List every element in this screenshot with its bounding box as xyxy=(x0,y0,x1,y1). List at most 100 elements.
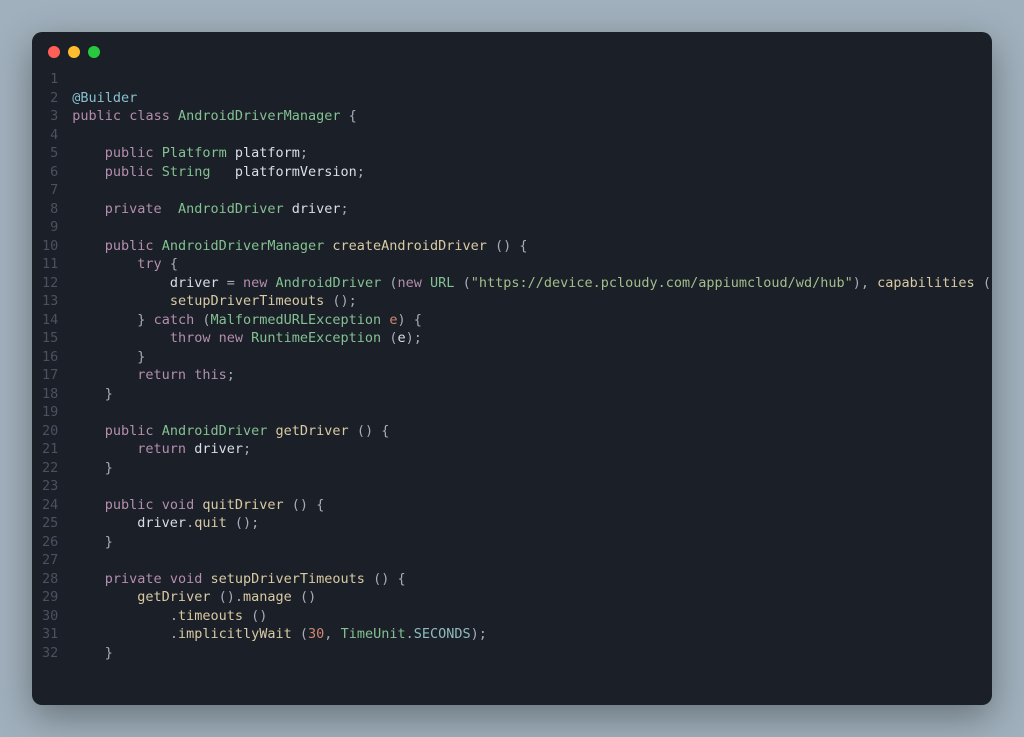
semi: ; xyxy=(414,330,422,346)
brace: { xyxy=(170,256,178,272)
call-manage: manage xyxy=(243,589,292,605)
paren: ) xyxy=(853,275,861,291)
call-quit: quit xyxy=(194,515,227,531)
kw-new: new xyxy=(219,330,243,346)
kw-new: new xyxy=(243,275,267,291)
eq: = xyxy=(227,275,235,291)
brace: } xyxy=(105,645,113,661)
paren: ( xyxy=(463,275,471,291)
kw-void: void xyxy=(170,571,203,587)
method-setup: setupDriverTimeouts xyxy=(210,571,364,587)
brace: { xyxy=(316,497,324,513)
kw-catch: catch xyxy=(154,312,195,328)
paren: ( xyxy=(202,312,210,328)
kw-public: public xyxy=(105,145,154,161)
semi: ; xyxy=(300,145,308,161)
field-platformversion: platformVersion xyxy=(235,164,357,180)
url-string-literal: "https://device.pcloudy.com/appiumcloud/… xyxy=(471,275,853,291)
paren: ) xyxy=(259,608,267,624)
class-name: AndroidDriverManager xyxy=(178,108,341,124)
var-driver: driver xyxy=(137,515,186,531)
number-30: 30 xyxy=(308,626,324,642)
paren: ) xyxy=(243,515,251,531)
paren: ( xyxy=(983,275,991,291)
call-setup: setupDriverTimeouts xyxy=(170,293,324,309)
window-zoom-icon[interactable] xyxy=(88,46,100,58)
kw-public: public xyxy=(105,238,154,254)
paren: ( xyxy=(292,497,300,513)
return-type: AndroidDriver xyxy=(162,423,268,439)
var-driver: driver xyxy=(170,275,219,291)
type-runtime: RuntimeException xyxy=(251,330,381,346)
paren: ( xyxy=(389,275,397,291)
window-titlebar xyxy=(32,32,992,66)
kw-void: void xyxy=(162,497,195,513)
semi: ; xyxy=(357,164,365,180)
kw-public: public xyxy=(105,423,154,439)
paren: ( xyxy=(357,423,365,439)
paren: ) xyxy=(991,275,992,291)
method-quitdriver: quitDriver xyxy=(202,497,283,513)
field-driver: driver xyxy=(292,201,341,217)
comma: , xyxy=(861,275,869,291)
kw-public: public xyxy=(105,164,154,180)
kw-return: return xyxy=(137,441,186,457)
paren: ) xyxy=(308,589,316,605)
method-getdriver: getDriver xyxy=(276,423,349,439)
kw-try: try xyxy=(137,256,161,272)
kw-public: public xyxy=(105,497,154,513)
comma: , xyxy=(324,626,332,642)
dot: . xyxy=(170,626,178,642)
type-url: URL xyxy=(430,275,454,291)
paren: ( xyxy=(300,626,308,642)
type-string: String xyxy=(162,164,211,180)
code-window: 1 2 3 4 5 6 7 8 9 10 11 12 13 14 15 16 1… xyxy=(32,32,992,705)
kw-new: new xyxy=(398,275,422,291)
paren: ( xyxy=(373,571,381,587)
kw-private: private xyxy=(105,201,162,217)
return-type: AndroidDriverManager xyxy=(162,238,325,254)
field-platform: platform xyxy=(235,145,300,161)
dot: . xyxy=(170,608,178,624)
const-seconds: SECONDS xyxy=(414,626,471,642)
paren: ) xyxy=(471,626,479,642)
var-driver: driver xyxy=(194,441,243,457)
brace: } xyxy=(105,534,113,550)
code-content: @Builder public class AndroidDriverManag… xyxy=(72,70,992,662)
paren: ) xyxy=(365,423,373,439)
brace: { xyxy=(397,571,405,587)
dot: . xyxy=(235,589,243,605)
kw-private: private xyxy=(105,571,162,587)
window-minimize-icon[interactable] xyxy=(68,46,80,58)
call-implicitlywait: implicitlyWait xyxy=(178,626,292,642)
brace: { xyxy=(381,423,389,439)
call-capabilities: capabilities xyxy=(877,275,975,291)
semi: ; xyxy=(341,201,349,217)
brace: } xyxy=(137,312,145,328)
dot: . xyxy=(406,626,414,642)
paren: ( xyxy=(300,589,308,605)
paren: ( xyxy=(235,515,243,531)
kw-class: class xyxy=(129,108,170,124)
semi: ; xyxy=(349,293,357,309)
semi: ; xyxy=(243,441,251,457)
method-create: createAndroidDriver xyxy=(332,238,486,254)
paren: ( xyxy=(219,589,227,605)
paren: ) xyxy=(227,589,235,605)
paren: ) xyxy=(381,571,389,587)
paren: ) xyxy=(503,238,511,254)
type-platform: Platform xyxy=(162,145,227,161)
line-number-gutter: 1 2 3 4 5 6 7 8 9 10 11 12 13 14 15 16 1… xyxy=(42,70,72,662)
ctor-androiddriver: AndroidDriver xyxy=(276,275,382,291)
brace: } xyxy=(137,349,145,365)
paren: ) xyxy=(300,497,308,513)
kw-throw: throw xyxy=(170,330,211,346)
dot: . xyxy=(186,515,194,531)
window-close-icon[interactable] xyxy=(48,46,60,58)
brace: { xyxy=(519,238,527,254)
paren: ( xyxy=(332,293,340,309)
call-getdriver: getDriver xyxy=(137,589,210,605)
kw-public: public xyxy=(72,108,121,124)
semi: ; xyxy=(227,367,235,383)
brace: } xyxy=(105,460,113,476)
